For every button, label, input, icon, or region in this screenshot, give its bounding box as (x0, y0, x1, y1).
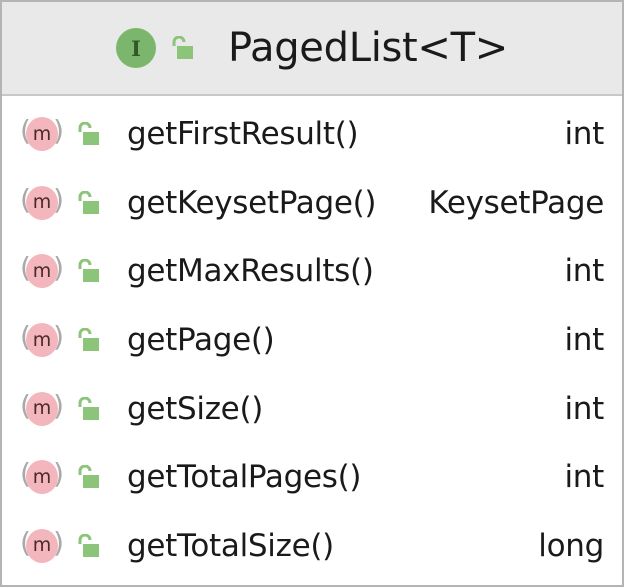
class-name: PagedList<T> (227, 25, 508, 71)
member-row[interactable]: ( m ) getFirstResult() int (2, 100, 622, 169)
method-icon: ( m ) (20, 251, 64, 291)
member-row[interactable]: ( m ) getMaxResults() int (2, 237, 622, 306)
member-type: long (538, 527, 604, 564)
member-type: int (564, 116, 604, 153)
member-name: getSize() (127, 390, 264, 427)
method-icon: ( m ) (20, 389, 64, 429)
member-name: getMaxResults() (127, 253, 374, 290)
member-name: getKeysetPage() (127, 184, 377, 221)
member-type: KeysetPage (428, 184, 604, 221)
class-header: I PagedList<T> (2, 2, 622, 96)
member-row[interactable]: ( m ) getTotalSize() long (2, 512, 622, 581)
member-type: int (564, 390, 604, 427)
method-icon: ( m ) (20, 183, 64, 223)
unlocked-icon (76, 259, 100, 283)
method-icon: ( m ) (20, 320, 64, 360)
member-row[interactable]: ( m ) getPage() int (2, 306, 622, 375)
member-name: getFirstResult() (127, 116, 359, 153)
member-list: ( m ) getFirstResult() int ( m ) getKeys… (2, 96, 622, 580)
unlocked-icon (76, 465, 100, 489)
interface-icon-letter: I (131, 35, 141, 61)
member-type: int (564, 253, 604, 290)
uml-class-box: I PagedList<T> ( m ) getFirstResult() in… (0, 0, 624, 587)
unlocked-icon (76, 533, 100, 558)
member-type: int (564, 459, 604, 496)
member-name: getPage() (127, 322, 275, 359)
member-row[interactable]: ( m ) getTotalPages() int (2, 443, 622, 512)
member-row[interactable]: ( m ) getKeysetPage() KeysetPage (2, 169, 622, 238)
interface-icon: I (115, 28, 156, 68)
class-header-content: I PagedList<T> (115, 25, 508, 71)
method-icon: ( m ) (20, 526, 64, 566)
unlocked-icon (76, 396, 100, 421)
unlocked-icon (170, 36, 194, 60)
member-name: getTotalPages() (127, 459, 362, 496)
member-name: getTotalSize() (127, 527, 334, 564)
method-icon: ( m ) (20, 114, 64, 154)
unlocked-icon (76, 122, 100, 146)
member-row[interactable]: ( m ) getSize() int (2, 374, 622, 443)
method-icon: ( m ) (20, 457, 64, 497)
member-type: int (564, 322, 604, 359)
unlocked-icon (76, 328, 100, 352)
unlocked-icon (76, 190, 100, 215)
